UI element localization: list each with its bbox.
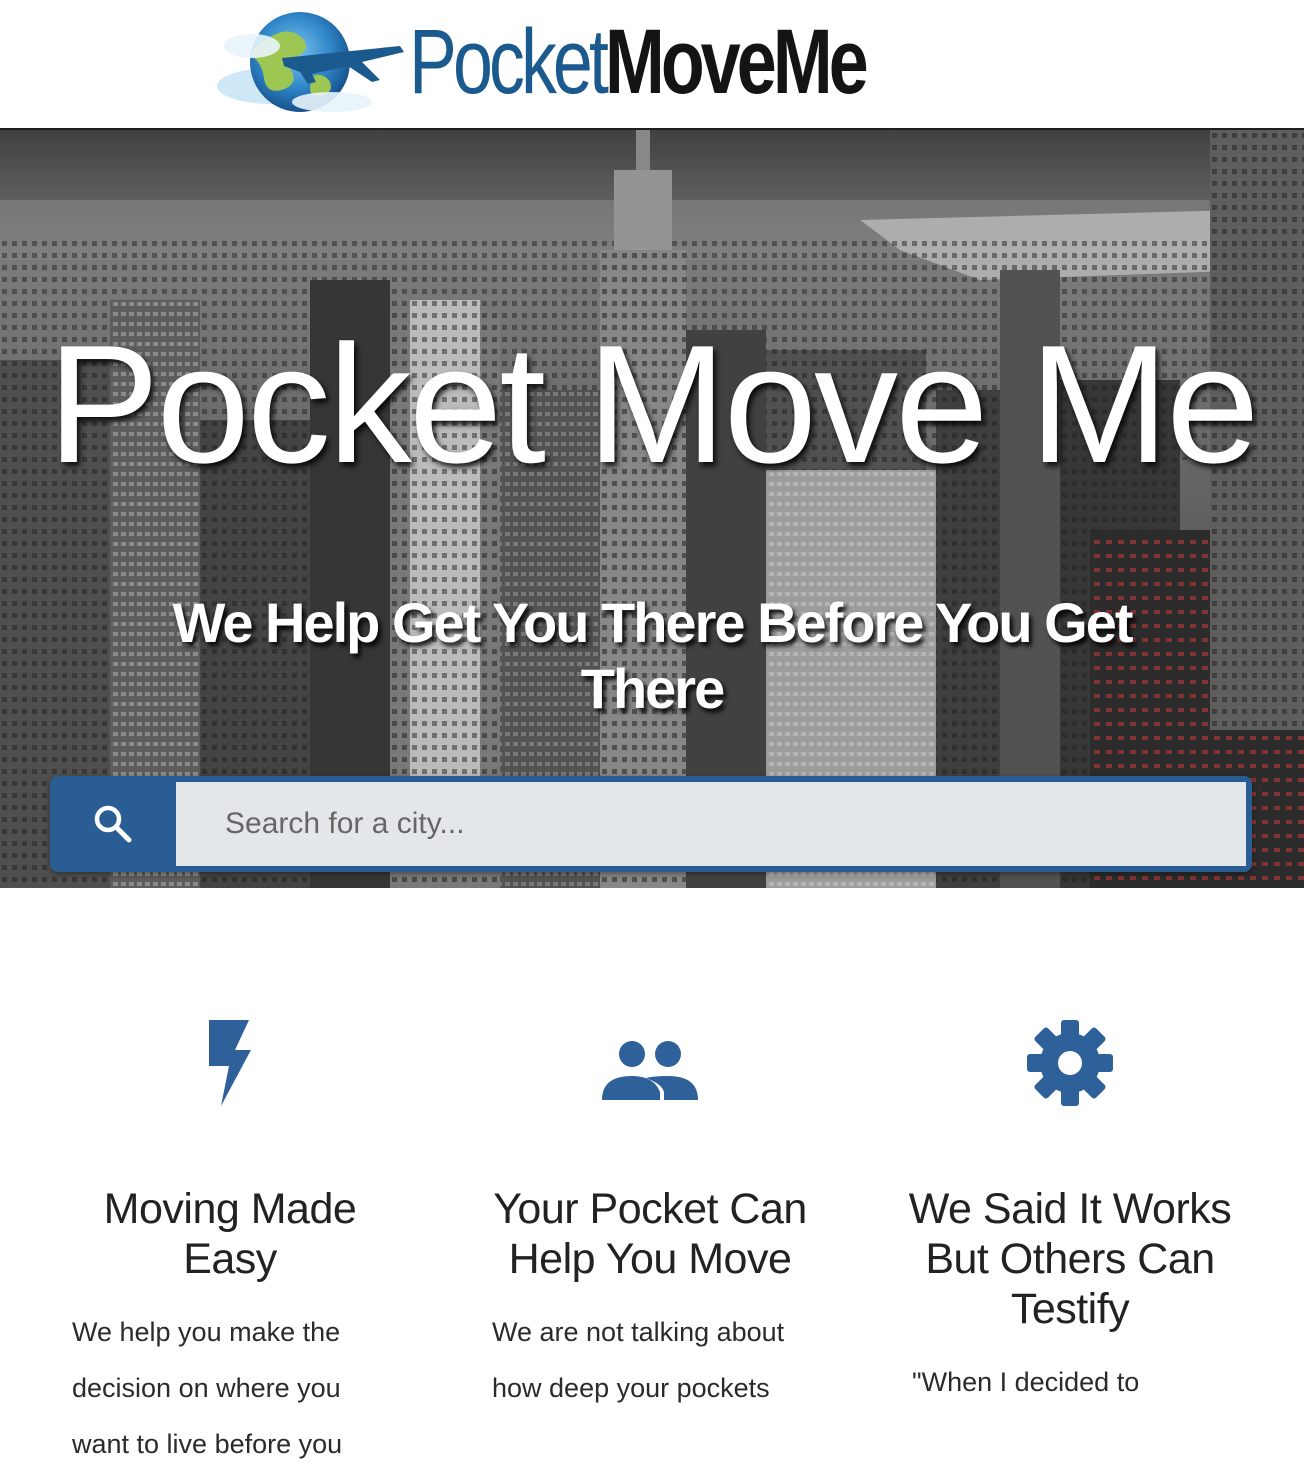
feature-testimonials: We Said It Works But Others Can Testify … <box>900 1020 1240 1410</box>
search-button[interactable] <box>50 776 176 872</box>
feature-title: Your Pocket Can Help You Move <box>493 1185 807 1283</box>
hero-section: Pocket Move Me We Help Get You There Bef… <box>0 130 1304 888</box>
search-icon <box>94 805 132 843</box>
gear-icon <box>1027 1020 1113 1106</box>
feature-moving-made-easy: Moving Made Easy We help you make the de… <box>60 1020 400 1472</box>
hero-title: Pocket Move Me <box>47 310 1259 498</box>
hero-subtitle: We Help Get You There Before You Get The… <box>172 591 1133 720</box>
logo-wordmark: PocketMoveMe <box>409 16 869 108</box>
feature-title: We Said It Works But Others Can Testify <box>908 1185 1232 1333</box>
site-logo[interactable]: PocketMoveMe <box>212 4 993 120</box>
logo-word-pocket: Pocket <box>409 11 609 113</box>
people-icon <box>602 1041 698 1100</box>
feature-text: We are not talking about how deep your p… <box>492 1317 785 1403</box>
logo-word-moveme: MoveMe <box>604 11 869 113</box>
city-skyline-image <box>0 130 1304 888</box>
city-search-bar <box>50 776 1252 872</box>
feature-text: "When I decided to <box>912 1367 1140 1397</box>
feature-text: We help you make the decision on where y… <box>72 1317 343 1459</box>
feature-title: Moving Made Easy <box>103 1185 357 1283</box>
lightning-bolt-icon <box>209 1020 251 1106</box>
globe-airplane-icon <box>217 12 404 112</box>
city-search-input[interactable] <box>176 782 1246 866</box>
feature-pocket-help: Your Pocket Can Help You Move We are not… <box>480 1020 820 1416</box>
site-header: PocketMoveMe <box>0 0 1304 130</box>
